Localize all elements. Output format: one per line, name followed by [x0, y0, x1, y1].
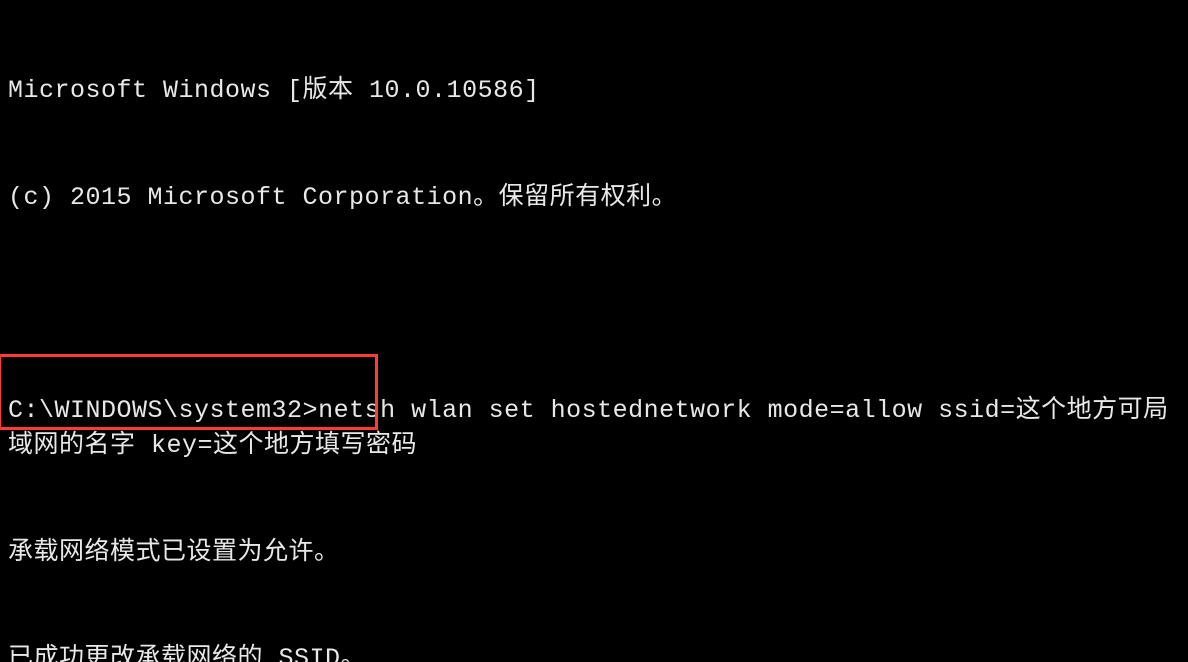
command-line-1: C:\WINDOWS\system32>netsh wlan set hoste…	[8, 393, 1188, 464]
version-line: Microsoft Windows [版本 10.0.10586]	[8, 73, 1188, 109]
command-prompt-terminal[interactable]: Microsoft Windows [版本 10.0.10586] (c) 20…	[0, 0, 1188, 662]
output-1a: 承载网络模式已设置为允许。	[8, 535, 1188, 571]
blank-line	[8, 286, 1188, 322]
prompt-1: C:\WINDOWS\system32>	[8, 396, 318, 425]
copyright-line: (c) 2015 Microsoft Corporation。保留所有权利。	[8, 180, 1188, 216]
output-1b: 已成功更改承载网络的 SSID。	[8, 641, 1188, 662]
